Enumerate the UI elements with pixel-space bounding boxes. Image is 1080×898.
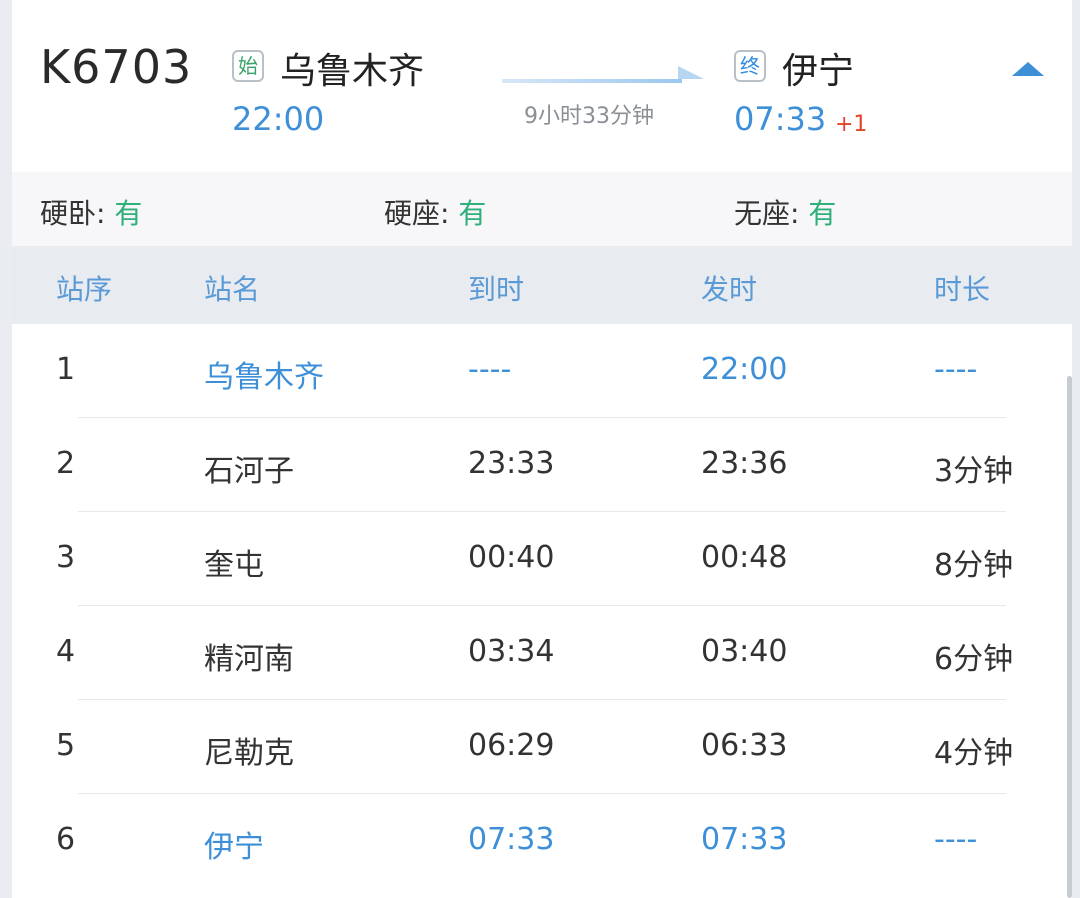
- row-depart: 00:48: [701, 540, 788, 575]
- seat-label: 硬座:: [384, 197, 459, 230]
- row-seq: 5: [56, 728, 76, 763]
- header-stay: 时长: [934, 273, 991, 306]
- seat-standing: 无座: 有: [734, 192, 836, 232]
- arrival-time: 07:33: [734, 100, 827, 138]
- row-arrive: 07:33: [468, 822, 555, 857]
- row-arrive: 06:29: [468, 728, 555, 763]
- arrival-station: 伊宁: [782, 51, 855, 92]
- row-station: 伊宁: [204, 830, 264, 865]
- seat-hard-seat: 硬座: 有: [384, 192, 486, 232]
- row-stay: 6分钟: [934, 642, 1014, 677]
- row-stay: 8分钟: [934, 548, 1014, 583]
- row-station: 石河子: [204, 454, 294, 489]
- row-station: 精河南: [204, 642, 294, 677]
- row-station: 乌鲁木齐: [204, 360, 324, 395]
- row-depart: 22:00: [701, 352, 788, 387]
- row-stay: ----: [934, 822, 978, 857]
- table-row[interactable]: 3 奎屯 00:40 00:48 8分钟: [12, 512, 1072, 606]
- table-row[interactable]: 6 伊宁 07:33 07:33 ----: [12, 794, 1072, 888]
- seat-label: 硬卧:: [40, 197, 115, 230]
- seat-value: 有: [458, 197, 487, 230]
- row-stay: ----: [934, 352, 978, 387]
- stops-table-header: 站序 站名 到时 发时 时长: [12, 246, 1072, 324]
- row-station: 尼勒克: [204, 736, 294, 771]
- seat-hard-sleeper: 硬卧: 有: [40, 192, 142, 232]
- table-row[interactable]: 1 乌鲁木齐 ---- 22:00 ----: [12, 324, 1072, 418]
- row-stay: 3分钟: [934, 454, 1014, 489]
- train-number: K6703: [40, 40, 193, 94]
- header-station: 站名: [204, 273, 261, 306]
- route-arrow-line: [502, 79, 682, 83]
- table-row[interactable]: 2 石河子 23:33 23:36 3分钟: [12, 418, 1072, 512]
- row-station: 奎屯: [204, 548, 264, 583]
- seat-value: 有: [114, 197, 143, 230]
- row-seq: 4: [56, 634, 76, 669]
- row-arrive: 23:33: [468, 446, 555, 481]
- train-header[interactable]: K6703 始 乌鲁木齐 22:00 9小时33分钟 终 伊宁 07:33 +1: [12, 0, 1072, 172]
- seat-value: 有: [808, 197, 837, 230]
- trip-duration: 9小时33分钟: [524, 104, 654, 129]
- route-arrow-icon: [678, 66, 704, 79]
- train-detail-card: K6703 始 乌鲁木齐 22:00 9小时33分钟 终 伊宁 07:33 +1…: [12, 0, 1072, 898]
- row-depart: 07:33: [701, 822, 788, 857]
- table-row[interactable]: 5 尼勒克 06:29 06:33 4分钟: [12, 700, 1072, 794]
- day-offset: +1: [835, 112, 868, 137]
- table-row[interactable]: 4 精河南 03:34 03:40 6分钟: [12, 606, 1072, 700]
- header-depart: 发时: [701, 273, 758, 306]
- header-seq: 站序: [56, 273, 113, 306]
- collapse-caret-icon[interactable]: [1012, 62, 1044, 76]
- row-seq: 2: [56, 446, 76, 481]
- departure-station: 乌鲁木齐: [280, 51, 425, 92]
- row-depart: 06:33: [701, 728, 788, 763]
- row-depart: 23:36: [701, 446, 788, 481]
- row-stay: 4分钟: [934, 736, 1014, 771]
- seat-label: 无座:: [734, 197, 809, 230]
- row-arrive: 00:40: [468, 540, 555, 575]
- end-badge-icon: 终: [734, 50, 766, 82]
- departure-time: 22:00: [232, 100, 325, 138]
- seat-availability: 硬卧: 有 硬座: 有 无座: 有: [12, 172, 1072, 246]
- start-badge-icon: 始: [232, 50, 264, 82]
- row-arrive: 03:34: [468, 634, 555, 669]
- scrollbar[interactable]: [1067, 376, 1072, 898]
- header-arrive: 到时: [468, 273, 525, 306]
- row-seq: 3: [56, 540, 76, 575]
- row-seq: 6: [56, 822, 76, 857]
- row-seq: 1: [56, 352, 76, 387]
- row-depart: 03:40: [701, 634, 788, 669]
- row-arrive: ----: [468, 352, 512, 387]
